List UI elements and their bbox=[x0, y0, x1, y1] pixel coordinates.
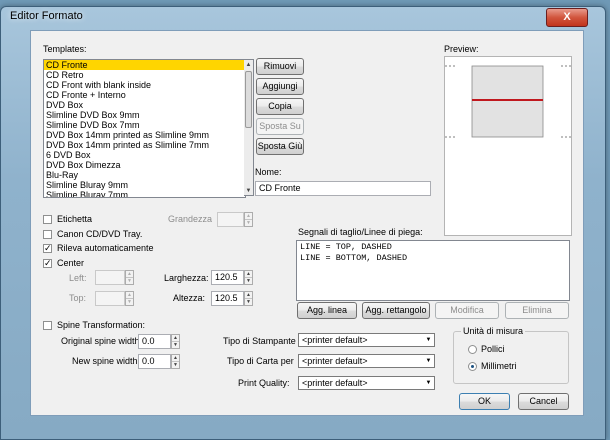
preview-panel bbox=[444, 56, 572, 236]
rileva-checkbox[interactable]: ✓ bbox=[43, 244, 52, 253]
template-list-item[interactable]: Slimline DVD Box 9mm bbox=[44, 110, 245, 120]
spine-label: Spine Transformation: bbox=[57, 320, 146, 330]
templates-label: Templates: bbox=[43, 44, 87, 54]
move-up-button[interactable]: Sposta Su bbox=[256, 118, 304, 135]
name-input[interactable]: CD Fronte bbox=[255, 181, 431, 196]
scroll-up-icon[interactable]: ▲ bbox=[244, 60, 253, 70]
template-list-item[interactable]: CD Fronte + Interno bbox=[44, 90, 245, 100]
template-list-item[interactable]: CD Fronte bbox=[44, 60, 245, 70]
template-list-item[interactable]: 6 DVD Box bbox=[44, 150, 245, 160]
segnali-label: Segnali di taglio/Linee di piega: bbox=[298, 227, 423, 237]
new-spine-spinner[interactable]: ▲ ▼ bbox=[171, 354, 180, 369]
print-quality-label: Print Quality: bbox=[238, 378, 290, 388]
canon-label: Canon CD/DVD Tray. bbox=[57, 229, 143, 239]
title-bar: Editor Formato bbox=[10, 10, 83, 26]
printer-type-label: Tipo di Stampante bbox=[223, 336, 296, 346]
print-quality-value: <printer default> bbox=[302, 378, 368, 388]
units-title: Unità di misura bbox=[461, 326, 526, 336]
template-list-item[interactable]: CD Front with blank inside bbox=[44, 80, 245, 90]
new-spine-label: New spine width: bbox=[72, 356, 141, 366]
template-list-item[interactable]: Slimline DVD Box 7mm bbox=[44, 120, 245, 130]
top-input[interactable] bbox=[95, 291, 125, 306]
paper-type-value: <printer default> bbox=[302, 356, 368, 366]
name-label: Nome: bbox=[255, 167, 282, 177]
original-spine-input[interactable]: 0.0 bbox=[138, 334, 171, 349]
paper-type-select[interactable]: <printer default> ▼ bbox=[298, 354, 435, 368]
template-list-item[interactable]: DVD Box bbox=[44, 100, 245, 110]
printer-type-value: <printer default> bbox=[302, 335, 368, 345]
print-quality-select[interactable]: <printer default> ▼ bbox=[298, 376, 435, 390]
printer-type-select[interactable]: <printer default> ▼ bbox=[298, 333, 435, 347]
altezza-label: Altezza: bbox=[173, 293, 206, 303]
etichetta-checkbox[interactable] bbox=[43, 215, 52, 224]
larghezza-spinner[interactable]: ▲ ▼ bbox=[244, 270, 253, 285]
center-checkbox[interactable]: ✓ bbox=[43, 259, 52, 268]
original-spine-spinner[interactable]: ▲ ▼ bbox=[171, 334, 180, 349]
paper-type-label: Tipo di Carta per bbox=[227, 356, 294, 366]
left-spinner[interactable]: ▲ ▼ bbox=[125, 270, 134, 285]
left-input[interactable] bbox=[95, 270, 125, 285]
new-spine-input[interactable]: 0.0 bbox=[138, 354, 171, 369]
canon-checkbox[interactable] bbox=[43, 230, 52, 239]
original-spine-label: Original spine width: bbox=[61, 336, 143, 346]
chevron-down-icon[interactable]: ▼ bbox=[423, 334, 434, 346]
pollici-radio[interactable] bbox=[468, 345, 477, 354]
segnali-line: LINE = BOTTOM, DASHED bbox=[300, 253, 408, 263]
grandezza-label: Grandezza bbox=[168, 214, 213, 224]
close-button[interactable]: X bbox=[546, 8, 588, 27]
dialog-client-area: Templates: CD Fronte CD Retro CD Front wit… bbox=[30, 30, 584, 416]
top-label: Top: bbox=[69, 293, 87, 303]
preview-label: Preview: bbox=[444, 44, 479, 54]
larghezza-label: Larghezza: bbox=[164, 273, 209, 283]
scroll-down-icon[interactable]: ▼ bbox=[244, 186, 253, 196]
grandezza-input[interactable] bbox=[217, 212, 244, 227]
pollici-label: Pollici bbox=[481, 344, 505, 354]
scrollbar-thumb[interactable] bbox=[245, 71, 252, 128]
altezza-spinner[interactable]: ▲ ▼ bbox=[244, 291, 253, 306]
cd-cover-shape bbox=[471, 65, 544, 138]
template-list-item[interactable]: Slimline Bluray 9mm bbox=[44, 180, 245, 190]
add-rectangle-button[interactable]: Agg. rettangolo bbox=[362, 302, 430, 319]
cancel-button[interactable]: Cancel bbox=[518, 393, 569, 410]
template-list-item[interactable]: DVD Box 14mm printed as Slimline 7mm bbox=[44, 140, 245, 150]
remove-button[interactable]: Rimuovi bbox=[256, 58, 304, 75]
copy-button[interactable]: Copia bbox=[256, 98, 304, 115]
millimetri-label: Millimetri bbox=[481, 361, 517, 371]
chevron-down-icon[interactable]: ▼ bbox=[423, 377, 434, 389]
delete-button[interactable]: Elimina bbox=[505, 302, 569, 319]
add-button[interactable]: Aggiungi bbox=[256, 78, 304, 95]
left-label: Left: bbox=[69, 273, 87, 283]
top-spinner[interactable]: ▲ ▼ bbox=[125, 291, 134, 306]
center-label: Center bbox=[57, 258, 85, 268]
add-line-button[interactable]: Agg. linea bbox=[297, 302, 357, 319]
segnali-textarea[interactable]: LINE = TOP, DASHED LINE = BOTTOM, DASHED bbox=[296, 240, 570, 301]
template-list-item[interactable]: CD Retro bbox=[44, 70, 245, 80]
units-groupbox bbox=[453, 331, 569, 384]
window-title: Editor Formato bbox=[10, 10, 83, 22]
template-list-item[interactable]: DVD Box Dimezza bbox=[44, 160, 245, 170]
template-list-item[interactable]: Slimline Bluray 7mm bbox=[44, 190, 245, 197]
template-list-item[interactable]: Blu-Ray bbox=[44, 170, 245, 180]
spine-checkbox[interactable] bbox=[43, 321, 52, 330]
modify-button[interactable]: Modifica bbox=[435, 302, 499, 319]
template-list-item[interactable]: DVD Box 14mm printed as Slimline 9mm bbox=[44, 130, 245, 140]
templates-list[interactable]: CD Fronte CD Retro CD Front with blank ins… bbox=[43, 59, 246, 198]
grandezza-spinner[interactable]: ▲ ▼ bbox=[244, 212, 253, 227]
rileva-label: Rileva automaticamente bbox=[57, 243, 154, 253]
segnali-line: LINE = TOP, DASHED bbox=[300, 242, 392, 252]
templates-scrollbar[interactable]: ▲ ▼ bbox=[244, 59, 254, 196]
move-down-button[interactable]: Sposta Giù bbox=[256, 138, 304, 155]
etichetta-label: Etichetta bbox=[57, 214, 93, 224]
millimetri-radio[interactable] bbox=[468, 362, 477, 371]
altezza-input[interactable]: 120.5 bbox=[211, 291, 244, 306]
larghezza-input[interactable]: 120.5 bbox=[211, 270, 244, 285]
ok-button[interactable]: OK bbox=[459, 393, 510, 410]
chevron-down-icon[interactable]: ▼ bbox=[423, 355, 434, 367]
preview-graphic bbox=[445, 65, 571, 138]
